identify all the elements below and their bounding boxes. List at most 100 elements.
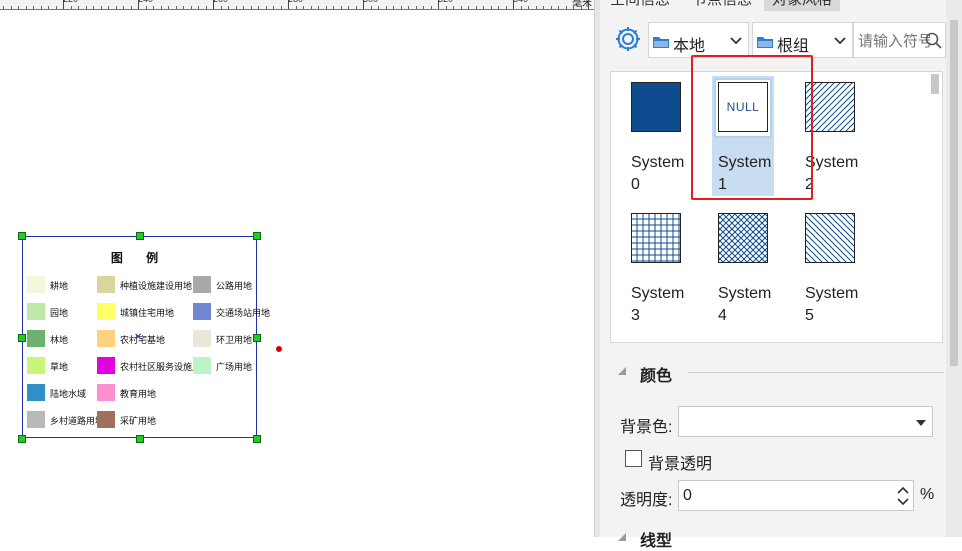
ruler-label: 300 [363,0,378,4]
symbol-name-text: System [631,285,685,302]
ruler-label: 340 [513,0,528,4]
color-section-title: 颜色 [640,368,673,385]
ruler-label: 280 [288,0,303,4]
legend-swatch [97,357,115,374]
symbol-name-text: System [631,154,685,171]
resize-handle[interactable] [253,435,261,443]
symbol-name-text: System [805,285,859,302]
legend-swatch [27,357,45,374]
ruler-label: 260 [213,0,228,4]
resize-handle[interactable] [18,435,26,443]
source-dropdown[interactable]: 本地 [648,22,749,58]
ruler-tick [573,6,574,9]
ruler-tick [325,6,327,9]
legend-swatch [97,303,115,320]
collapse-triangle-icon [618,533,626,541]
group-dropdown[interactable]: 根组 [752,22,853,58]
ruler-tick [55,6,57,9]
ruler-tick [348,6,349,9]
spin-arrows-icon[interactable] [897,485,909,507]
symbol-name: System 5 [805,283,865,327]
source-dropdown-label: 本地 [673,38,706,55]
ruler-tick [228,6,229,9]
gallery-scrollbar[interactable] [930,74,940,340]
legend-title: 图 例 [110,251,169,265]
ruler-tick [10,6,12,9]
legend-swatch [27,411,45,428]
resize-handle[interactable] [136,435,144,443]
ruler-tick [303,6,304,9]
ruler-tick [100,6,102,9]
ruler-tick [18,6,19,9]
symbol-search-input[interactable] [856,29,932,53]
ruler-tick [3,6,4,9]
resize-handle[interactable] [253,334,261,342]
chevron-down-icon [730,37,742,45]
resize-handle[interactable] [253,232,261,240]
symbol-item[interactable]: System 4 [718,203,798,325]
ruler-tick [48,6,49,9]
ruler-tick [318,6,319,9]
ruler-tick [93,6,94,9]
symbol-toolbar: 本地 根组 [610,20,946,60]
legend-swatch [193,330,211,347]
tab-spatial-info[interactable]: 空间信息 [602,0,678,11]
panel-scrollbar[interactable] [946,0,962,537]
symbol-name-text: System [718,285,772,302]
ruler-tick [543,6,544,9]
ruler-tick [468,6,469,9]
chevron-down-icon [834,37,846,45]
ruler-tick [160,6,162,9]
resize-handle[interactable] [18,232,26,240]
symbol-search-box [853,22,946,58]
ruler-tick [85,6,87,9]
ruler-tick [123,6,124,9]
legend-swatch [97,276,115,293]
rotation-handle[interactable] [276,346,282,352]
symbol-preview [718,213,768,263]
ruler-tick [183,6,184,9]
symbol-name-text: System [805,154,859,171]
ruler-tick [385,6,387,9]
search-icon[interactable] [925,32,943,50]
opacity-input[interactable]: 0 [678,480,914,511]
legend-label: 种植设施建设用地 [120,281,193,291]
ruler-tick [205,6,207,9]
legend-label: 教育用地 [120,389,157,399]
bg-color-select[interactable] [678,406,933,437]
horizontal-ruler: 毫米 220 240 260 280 300 320 340 [0,0,594,10]
ruler-tick [280,6,282,9]
tab-object-style[interactable]: 对象风格 [764,0,841,11]
line-section-header[interactable]: 线型 [618,527,738,550]
color-section-header[interactable]: 颜色 [618,360,944,385]
panel-tabs: 空间信息 节点信息 对象风格 [600,0,962,11]
ruler-tick [108,6,109,9]
ruler-tick [520,6,522,9]
symbol-item[interactable]: System 2 [805,72,885,194]
ruler-tick [588,0,589,9]
resize-handle[interactable] [18,334,26,342]
gear-icon[interactable] [614,25,642,53]
legend-label: 采矿用地 [120,416,157,426]
symbol-item[interactable]: System 3 [631,203,711,325]
ruler-tick [310,6,312,9]
highlight-annotation-box [691,55,813,200]
symbol-item[interactable]: System 5 [805,203,885,325]
bg-transparent-checkbox[interactable] [625,450,642,467]
legend-label: 陆地水域 [50,389,87,399]
ruler-tick [378,6,379,9]
symbol-index: 5 [805,307,814,324]
legend-swatch [27,384,45,401]
ruler-tick [355,6,357,9]
center-marker-icon: ✕ [134,332,143,343]
ruler-tick [490,6,492,9]
resize-handle[interactable] [136,232,144,240]
legend-swatch [193,357,211,374]
tab-node-info[interactable]: 节点信息 [684,0,760,11]
legend-swatch [27,330,45,347]
ruler-tick [460,6,462,9]
ruler-tick [130,6,132,9]
ruler-tick [415,6,417,9]
map-canvas[interactable]: 毫米 220 240 260 280 300 320 340 图 例 耕地 种植设施建设用地 公… [0,0,594,537]
group-dropdown-label: 根组 [777,38,810,55]
